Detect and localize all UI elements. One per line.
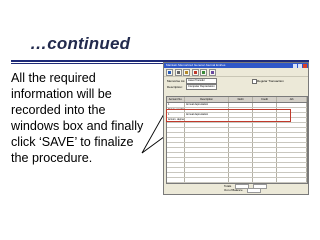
grid-column-header: Job [277,97,307,102]
grid-column-header: Debit [229,97,253,102]
grid-cell[interactable] [253,168,277,172]
grid-cell[interactable] [253,163,277,167]
journal-window: Maintain Memorized General Journal Entri… [163,62,309,195]
grid-cell[interactable] [229,128,253,132]
close-icon[interactable] [303,63,307,68]
slide-body-text: All the required information will be rec… [11,71,144,165]
help-icon[interactable] [208,68,216,76]
grid-cell[interactable] [253,148,277,152]
totals-area: Totals Out of Balance [224,184,268,193]
grid-cell[interactable] [167,173,185,177]
grid-cell[interactable] [277,163,307,167]
grid-cell[interactable] [229,163,253,167]
grid-cell[interactable] [277,128,307,132]
grid-cell[interactable] [167,178,185,182]
grid-cell[interactable] [229,158,253,162]
grid-column-header: Account No. [167,97,185,102]
grid-cell[interactable] [185,158,229,162]
undo-icon[interactable] [200,68,207,76]
grid-cell[interactable] [167,148,185,152]
grid-cell[interactable] [167,133,185,137]
grid-cell[interactable] [229,123,253,127]
grid-column-header: Description [185,97,229,102]
grid-cell[interactable] [185,173,229,177]
grid-cell[interactable] [253,128,277,132]
grid-cell[interactable] [277,133,307,137]
grid-cell[interactable] [167,143,185,147]
grid-cell[interactable] [185,168,229,172]
grid-cell[interactable] [229,133,253,137]
copy-icon[interactable] [183,68,190,76]
grid-cell[interactable] [229,148,253,152]
grid-cell[interactable] [253,103,277,107]
save-icon[interactable] [166,68,173,76]
window-toolbar [164,68,308,77]
description-input[interactable]: Computer Depreciation [186,84,217,90]
minimize-icon[interactable] [293,63,297,68]
grid-row[interactable] [167,178,307,183]
window-title: Maintain Memorized General Journal Entri… [166,63,226,67]
grid-cell[interactable] [229,153,253,157]
grid-cell[interactable] [277,143,307,147]
grid-cell[interactable] [167,138,185,142]
grid-cell[interactable] [229,138,253,142]
grid-cell[interactable]: 1 [167,103,185,107]
entry-highlight-box [166,109,291,122]
grid-cell[interactable] [167,123,185,127]
grid-cell[interactable] [185,143,229,147]
grid-cell[interactable] [277,123,307,127]
grid-cell[interactable] [253,153,277,157]
print-icon[interactable] [174,68,182,76]
grid-cell[interactable] [229,173,253,177]
grid-cell[interactable] [185,123,229,127]
slide-title: …continued [30,34,131,53]
grid-cell[interactable] [167,153,185,157]
out-of-balance-field [246,188,261,193]
grid-cell[interactable] [277,178,307,182]
delete-icon[interactable] [191,68,199,76]
grid-cell[interactable] [167,158,185,162]
grid-cell[interactable] [185,133,229,137]
out-of-balance-label: Out of Balance [224,188,243,192]
grid-cell[interactable] [277,148,307,152]
grid-cell[interactable] [229,168,253,172]
grid-cell[interactable] [277,103,307,107]
regular-transaction-label: Regular Transaction [257,79,284,83]
grid-cell[interactable] [167,168,185,172]
grid-cell[interactable] [185,148,229,152]
grid-cell[interactable] [229,103,253,107]
entry-form: Memorise As: Asset Transfer Regular Tran… [164,77,308,97]
grid-cell[interactable]: Annual depreciation [185,103,229,107]
grid-cell[interactable] [253,143,277,147]
description-label: Description: [167,85,183,89]
grid-cell[interactable] [277,173,307,177]
grid-cell[interactable] [185,138,229,142]
grid-cell[interactable] [229,178,253,182]
maximize-icon[interactable] [298,63,302,68]
grid-cell[interactable] [253,158,277,162]
grid-cell[interactable] [277,158,307,162]
grid-cell[interactable] [253,123,277,127]
memo-label: Memorise As: [167,79,186,83]
grid-cell[interactable] [185,178,229,182]
grid-cell[interactable] [277,168,307,172]
grid-cell[interactable] [167,163,185,167]
grid-cell[interactable] [253,178,277,182]
grid-cell[interactable] [185,153,229,157]
grid-column-header: Credit [253,97,277,102]
grid-cell[interactable] [185,163,229,167]
grid-cell[interactable] [253,138,277,142]
grid-cell[interactable] [253,173,277,177]
grid-cell[interactable] [253,133,277,137]
grid-cell[interactable] [277,153,307,157]
grid-cell[interactable] [167,128,185,132]
grid-cell[interactable] [229,143,253,147]
grid-cell[interactable] [277,138,307,142]
grid-cell[interactable] [185,128,229,132]
